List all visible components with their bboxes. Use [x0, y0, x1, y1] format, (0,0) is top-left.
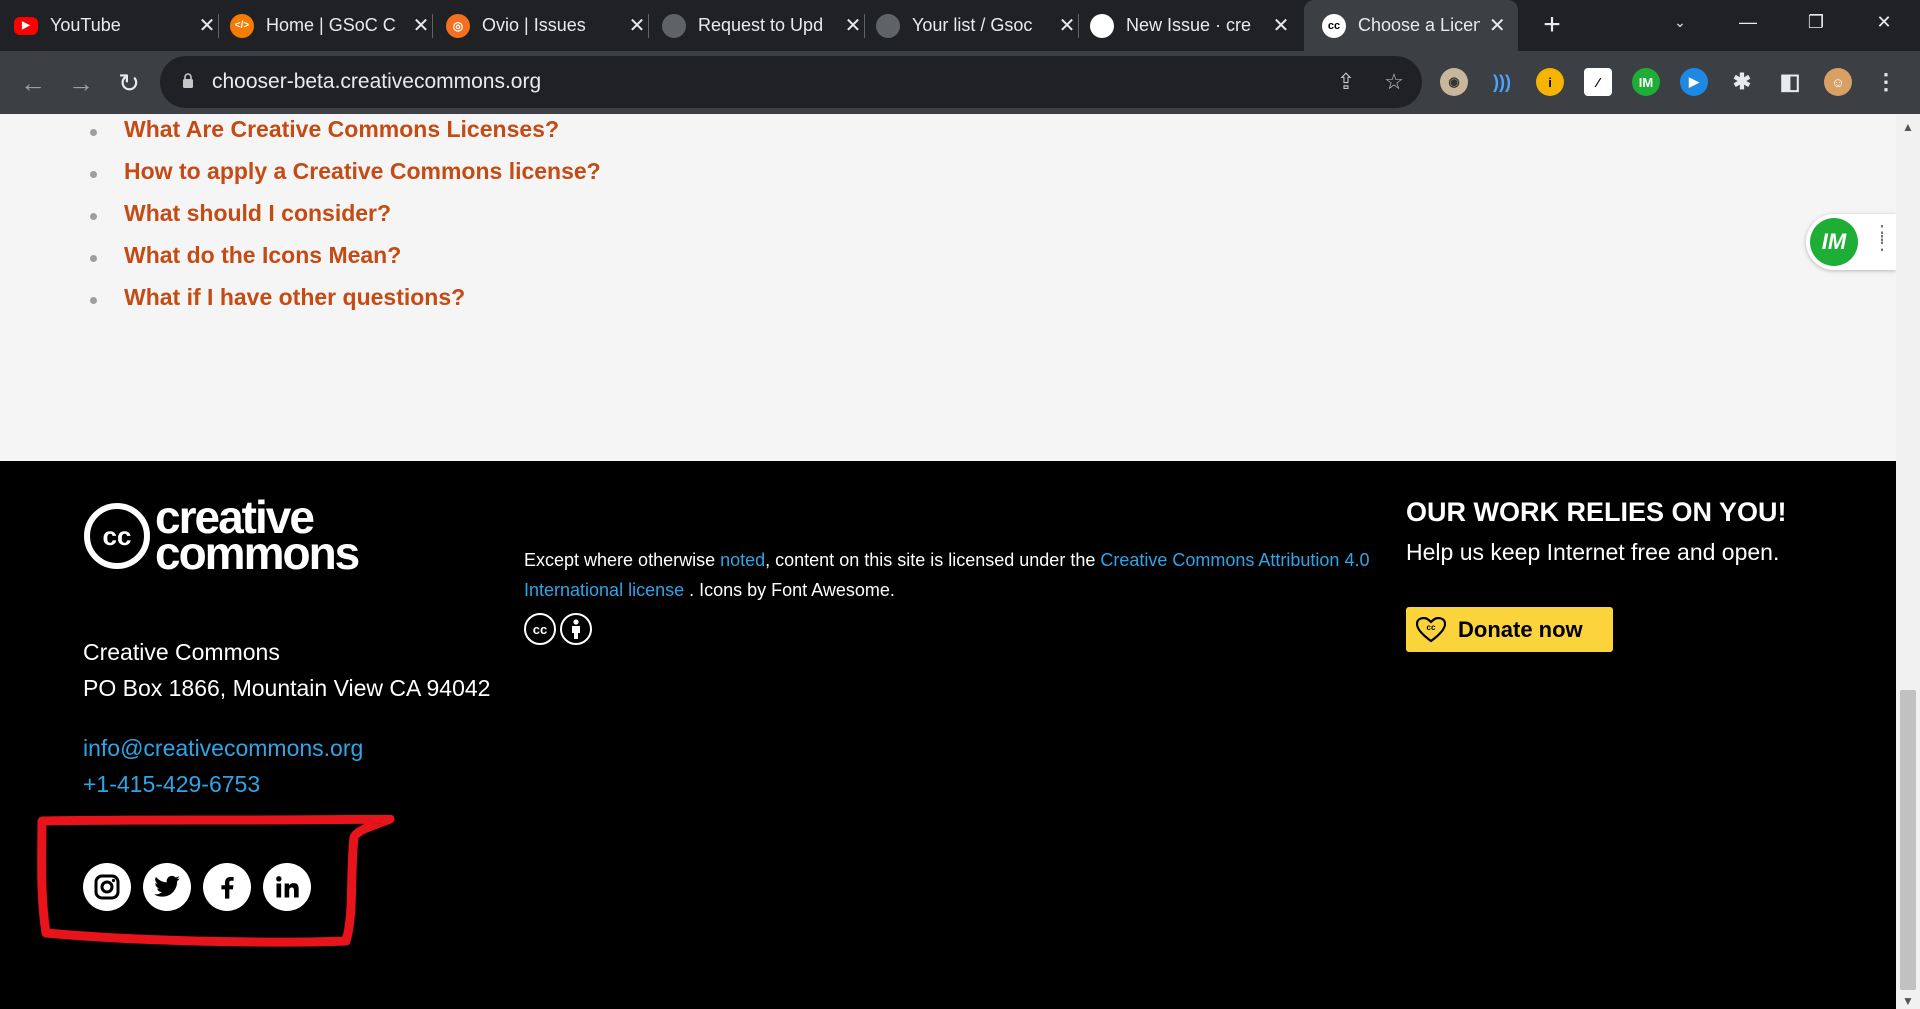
- list-item: What Are Creative Commons Licenses?: [88, 114, 601, 156]
- org-name: Creative Commons: [83, 639, 280, 665]
- tab-choose-license[interactable]: cc Choose a Licen ✕: [1304, 0, 1518, 51]
- close-icon[interactable]: ✕: [1056, 13, 1078, 38]
- license-badges: cc: [524, 613, 592, 645]
- tab-strip: ▶ YouTube ✕ </> Home | GSoC C ✕ ◎ Ovio |…: [0, 0, 1920, 51]
- license-text-part: . Icons by Font Awesome.: [684, 580, 895, 600]
- logo-word-commons: commons: [155, 527, 359, 571]
- creative-commons-logo[interactable]: cc creative commons: [83, 499, 418, 571]
- tab-title: Request to Upd: [698, 15, 824, 35]
- tab-github-list[interactable]: Your list / Gsoc ✕: [876, 0, 1079, 51]
- scroll-up-icon[interactable]: ▲: [1902, 120, 1914, 134]
- new-tab-button[interactable]: +: [1536, 8, 1568, 42]
- instagram-icon[interactable]: [83, 863, 131, 911]
- back-icon[interactable]: ←: [16, 66, 50, 100]
- faq-section: What Are Creative Commons Licenses? How …: [0, 114, 1896, 461]
- extension-play-icon[interactable]: ▶: [1680, 68, 1708, 96]
- list-item: What do the Icons Mean?: [88, 240, 601, 282]
- github-icon: [876, 13, 900, 38]
- extension-im-icon[interactable]: IM: [1632, 68, 1660, 96]
- tab-youtube[interactable]: ▶ YouTube ✕: [14, 0, 219, 51]
- ovio-icon: ◎: [446, 13, 470, 38]
- scroll-down-icon[interactable]: ▼: [1902, 994, 1914, 1008]
- site-footer: cc creative commons Creative Commons PO …: [0, 461, 1896, 1009]
- url-text: chooser-beta.creativecommons.org: [212, 70, 542, 93]
- tab-github-request[interactable]: Request to Upd ✕: [662, 0, 865, 51]
- donate-button[interactable]: cc Donate now: [1406, 607, 1613, 652]
- contact-email-link[interactable]: info@creativecommons.org: [83, 735, 363, 762]
- side-panel-icon[interactable]: ◧: [1776, 68, 1804, 96]
- extension-wave-icon[interactable]: ))): [1488, 68, 1516, 96]
- close-icon[interactable]: ✕: [196, 13, 218, 38]
- scrollbar-thumb[interactable]: [1900, 690, 1916, 990]
- github-icon: [662, 13, 686, 38]
- heart-cc-icon: cc: [1416, 616, 1446, 642]
- list-item: What if I have other questions?: [88, 282, 601, 324]
- linkedin-icon[interactable]: [263, 863, 311, 911]
- extension-info-icon[interactable]: i: [1536, 68, 1564, 96]
- donate-subheading: Help us keep Internet free and open.: [1406, 539, 1780, 565]
- github-icon: [1090, 13, 1114, 38]
- close-icon[interactable]: ✕: [1270, 13, 1292, 38]
- lock-icon: [183, 73, 193, 88]
- menu-kebab-icon[interactable]: ⋮: [1872, 68, 1900, 96]
- tab-gsoc[interactable]: </> Home | GSoC C ✕: [230, 0, 433, 51]
- profile-avatar[interactable]: ☺: [1824, 68, 1852, 96]
- cc-badge-icon: cc: [524, 613, 556, 645]
- contact-phone-link[interactable]: +1-415-429-6753: [83, 771, 260, 798]
- tab-title: YouTube: [50, 15, 121, 35]
- extension-slash-icon[interactable]: ⁄: [1584, 68, 1612, 96]
- tab-title: Your list / Gsoc: [912, 15, 1033, 35]
- social-links: [83, 863, 311, 911]
- faq-link-icons-mean[interactable]: What do the Icons Mean?: [124, 242, 401, 268]
- minimize-icon[interactable]: —: [1718, 0, 1778, 45]
- youtube-icon: ▶: [14, 16, 38, 35]
- tab-title: Choose a Licen: [1358, 15, 1481, 35]
- faq-list: What Are Creative Commons Licenses? How …: [88, 114, 601, 324]
- donate-button-label: Donate now: [1458, 616, 1583, 642]
- license-text: Except where otherwise noted, content on…: [524, 545, 1384, 605]
- address-bar[interactable]: chooser-beta.creativecommons.org ⇪ ☆: [160, 56, 1422, 108]
- faq-link-other-questions[interactable]: What if I have other questions?: [124, 284, 465, 310]
- restore-icon[interactable]: ❐: [1786, 0, 1846, 45]
- cc-icon: cc: [1322, 13, 1346, 38]
- tab-title: New Issue · cre: [1126, 15, 1252, 35]
- gsoc-icon: </>: [230, 13, 254, 38]
- tab-github-new-issue[interactable]: New Issue · cre ✕: [1090, 0, 1292, 51]
- org-address: PO Box 1866, Mountain View CA 94042: [83, 675, 491, 701]
- faq-link-how-to-apply[interactable]: How to apply a Creative Commons license?: [124, 158, 601, 184]
- facebook-icon[interactable]: [203, 863, 251, 911]
- extensions-puzzle-icon[interactable]: ✱: [1728, 68, 1756, 96]
- forward-icon[interactable]: →: [64, 66, 98, 100]
- license-text-part: , content on this site is licensed under…: [765, 550, 1101, 570]
- list-item: What should I consider?: [88, 198, 601, 240]
- donate-heading: OUR WORK RELIES ON YOU!: [1406, 497, 1787, 527]
- im-icon[interactable]: IM: [1810, 218, 1858, 266]
- attribution-badge-icon: [560, 613, 592, 645]
- close-icon[interactable]: ✕: [626, 13, 648, 38]
- tab-title: Ovio | Issues: [482, 15, 586, 35]
- tab-search-icon[interactable]: ⌄: [1650, 0, 1710, 45]
- window-close-icon[interactable]: ✕: [1854, 0, 1914, 45]
- im-floating-widget[interactable]: IM ⋮⋮ ⋮⋮: [1806, 214, 1913, 270]
- svg-text:cc: cc: [103, 521, 132, 551]
- twitter-icon[interactable]: [143, 863, 191, 911]
- share-icon[interactable]: ⇪: [1332, 68, 1360, 96]
- noted-link[interactable]: noted: [720, 550, 765, 570]
- list-item: How to apply a Creative Commons license?: [88, 156, 601, 198]
- tab-title: Home | GSoC C: [266, 15, 396, 35]
- extension-glasses-icon[interactable]: ◉: [1440, 68, 1468, 96]
- page-scrollbar[interactable]: ▲ ▼: [1896, 114, 1920, 1009]
- reload-icon[interactable]: ↻: [112, 66, 146, 100]
- license-text-part: Except where otherwise: [524, 550, 721, 570]
- bookmark-star-icon[interactable]: ☆: [1380, 68, 1408, 96]
- svg-text:cc: cc: [1427, 623, 1436, 632]
- close-icon[interactable]: ✕: [410, 13, 432, 38]
- faq-link-what-are[interactable]: What Are Creative Commons Licenses?: [124, 116, 559, 142]
- close-icon[interactable]: ✕: [1486, 13, 1508, 38]
- close-icon[interactable]: ✕: [842, 13, 864, 38]
- tab-ovio[interactable]: ◎ Ovio | Issues ✕: [446, 0, 649, 51]
- faq-link-consider[interactable]: What should I consider?: [124, 200, 391, 226]
